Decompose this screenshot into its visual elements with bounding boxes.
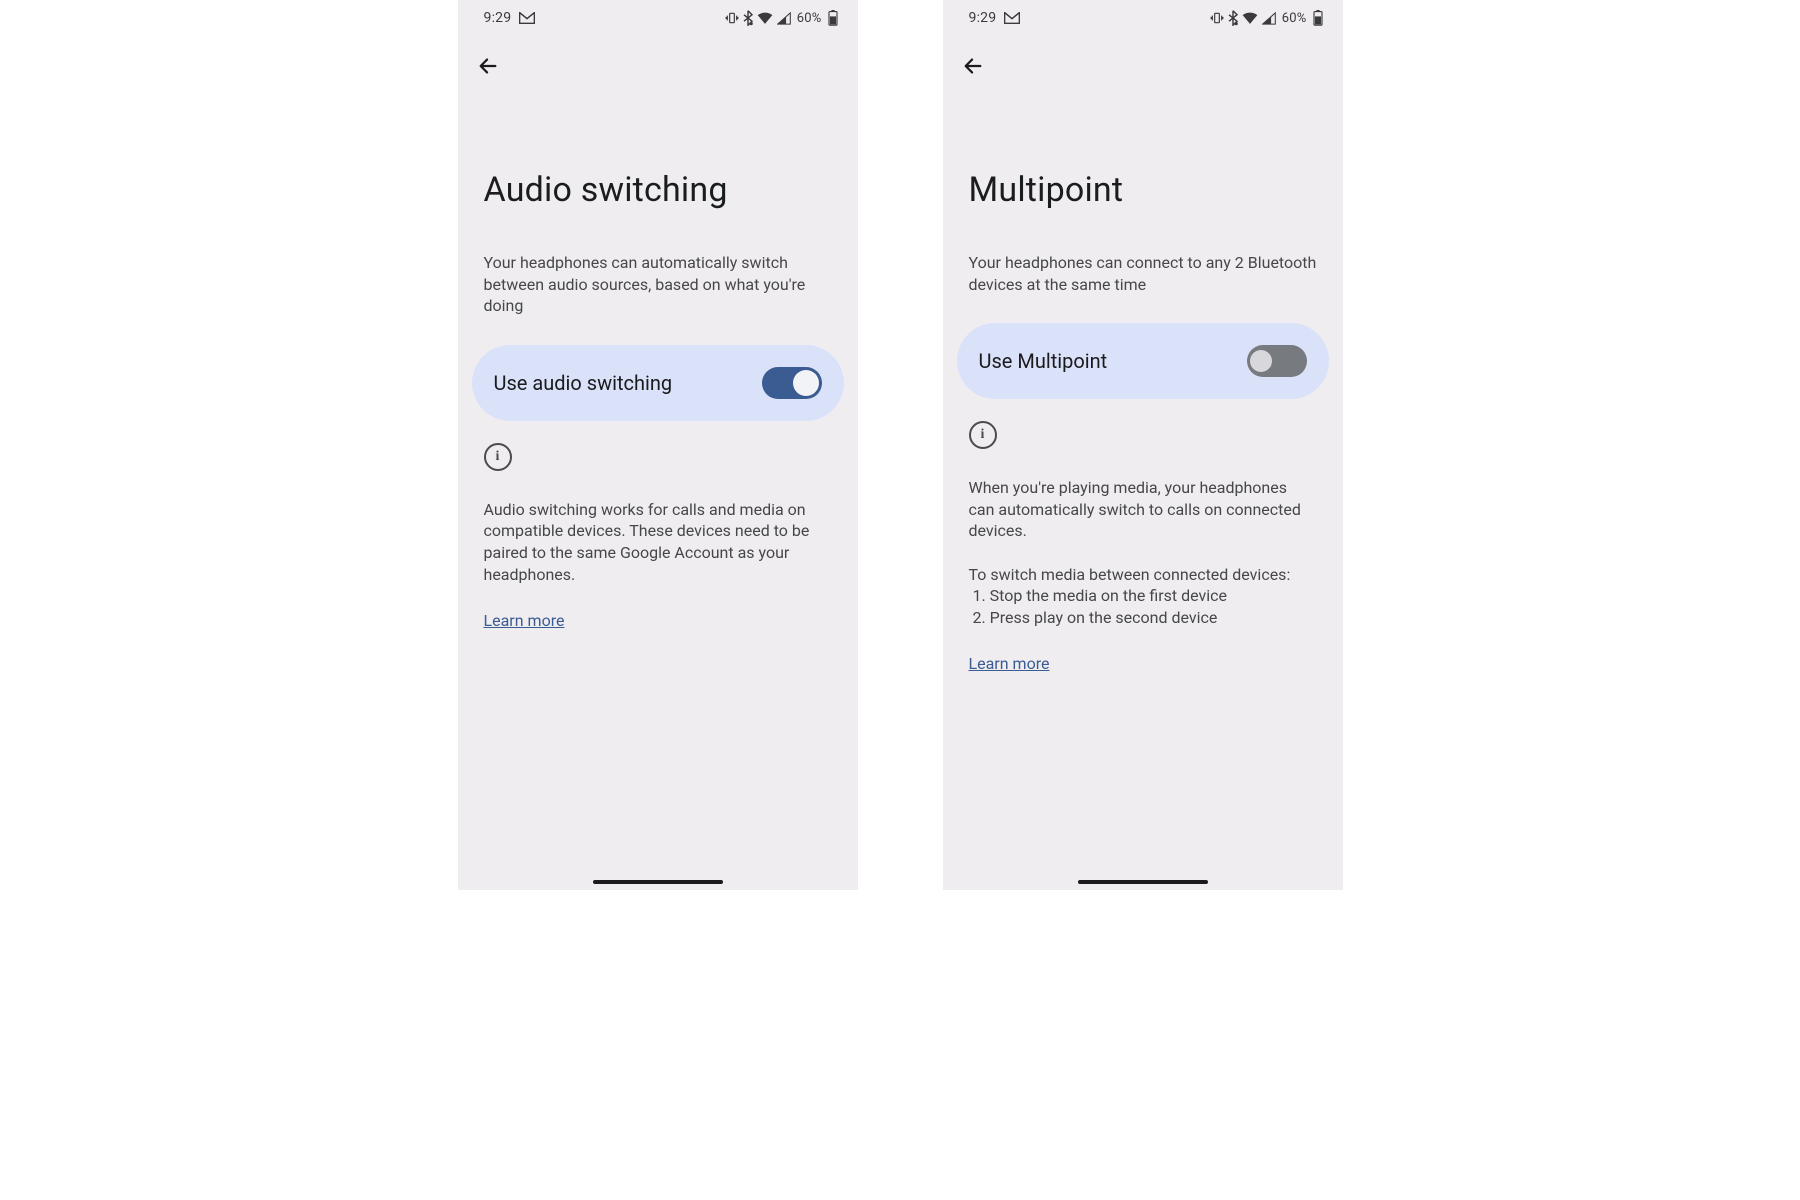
- toggle-knob: [1250, 350, 1272, 372]
- cell-signal-icon: [1262, 12, 1276, 25]
- learn-more-link[interactable]: Learn more: [969, 654, 1050, 673]
- toggle-knob: [793, 370, 819, 396]
- nav-pill[interactable]: [1078, 880, 1208, 884]
- battery-icon: [1313, 10, 1323, 26]
- page-title: Audio switching: [458, 80, 858, 210]
- vibrate-icon: [1210, 11, 1224, 25]
- battery-icon: [828, 10, 838, 26]
- toggle-label: Use Multipoint: [979, 349, 1108, 373]
- info-icon: i: [484, 443, 512, 471]
- wifi-icon: [757, 12, 773, 25]
- learn-more-link[interactable]: Learn more: [484, 611, 565, 630]
- page-subtitle: Your headphones can automatically switch…: [458, 210, 858, 317]
- battery-percent: 60%: [797, 11, 822, 26]
- info-icon: i: [969, 421, 997, 449]
- gmail-icon: [519, 12, 535, 24]
- status-time: 9:29: [969, 10, 997, 26]
- bluetooth-icon: [743, 10, 753, 26]
- status-bar: 9:29 60%: [943, 0, 1343, 30]
- wifi-icon: [1242, 12, 1258, 25]
- bluetooth-icon: [1228, 10, 1238, 26]
- page-title: Multipoint: [943, 80, 1343, 210]
- phone-multipoint: 9:29 60%: [943, 0, 1343, 890]
- info-body-text: Audio switching works for calls and medi…: [458, 471, 858, 585]
- toggle-label: Use audio switching: [494, 371, 673, 395]
- status-bar: 9:29 60%: [458, 0, 858, 30]
- toggle-card-audio-switching[interactable]: Use audio switching: [472, 345, 844, 421]
- arrow-left-icon: [477, 55, 499, 77]
- battery-percent: 60%: [1282, 11, 1307, 26]
- status-time: 9:29: [484, 10, 512, 26]
- arrow-left-icon: [962, 55, 984, 77]
- cell-signal-icon: [777, 12, 791, 25]
- info-body-text: When you're playing media, your headphon…: [943, 449, 1343, 628]
- toggle-switch[interactable]: [762, 367, 822, 399]
- back-button[interactable]: [959, 52, 987, 80]
- toggle-card-multipoint[interactable]: Use Multipoint: [957, 323, 1329, 399]
- gmail-icon: [1004, 12, 1020, 24]
- nav-pill[interactable]: [593, 880, 723, 884]
- phone-audio-switching: 9:29 60%: [458, 0, 858, 890]
- back-button[interactable]: [474, 52, 502, 80]
- page-subtitle: Your headphones can connect to any 2 Blu…: [943, 210, 1343, 295]
- vibrate-icon: [725, 11, 739, 25]
- toggle-switch[interactable]: [1247, 345, 1307, 377]
